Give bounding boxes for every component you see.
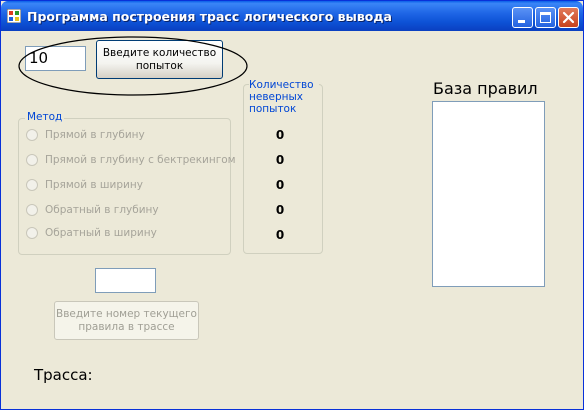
form-body: 10 Введите количество попыток Метод Прям…	[4, 31, 580, 408]
radio-button[interactable]	[26, 129, 38, 141]
wrong-attempts-count: 0	[275, 228, 285, 242]
maximize-button[interactable]	[535, 7, 556, 28]
close-button[interactable]	[558, 7, 579, 28]
enter-rule-number-button[interactable]: Введите номер текущего правила в трассе	[54, 301, 199, 340]
method-option[interactable]: Обратный в глубину	[26, 202, 159, 218]
enter-rule-number-label: Введите номер текущего правила в трассе	[56, 307, 197, 333]
method-option[interactable]: Прямой в глубину с бектрекингом	[26, 152, 236, 168]
rule-number-input[interactable]	[95, 268, 156, 293]
wrong-attempts-title: Количество неверных попыток	[249, 79, 319, 115]
main-window: Программа построения трасс логического в…	[0, 0, 584, 410]
window-title: Программа построения трасс логического в…	[27, 9, 392, 24]
wrong-attempts-count: 0	[275, 128, 285, 142]
wrong-attempts-count: 0	[275, 178, 285, 192]
method-group-title: Метод	[25, 111, 65, 123]
annotation-ellipse	[18, 36, 248, 96]
close-icon	[562, 11, 575, 24]
wrong-attempts-count: 0	[275, 153, 285, 167]
maximize-icon	[540, 12, 551, 23]
method-option[interactable]: Обратный в ширину	[26, 225, 157, 241]
radio-button[interactable]	[26, 179, 38, 191]
minimize-icon	[518, 20, 525, 23]
minimize-button[interactable]	[512, 7, 533, 28]
radio-button[interactable]	[26, 204, 38, 216]
method-option[interactable]: Прямой в ширину	[26, 177, 143, 193]
trace-label: Трасса:	[34, 366, 93, 384]
method-option-label: Прямой в глубину с бектрекингом	[45, 154, 236, 166]
rules-base-title: База правил	[433, 79, 538, 98]
method-option-label: Обратный в ширину	[45, 227, 157, 239]
method-option-label: Прямой в глубину	[45, 129, 145, 141]
method-option[interactable]: Прямой в глубину	[26, 127, 145, 143]
method-option-label: Обратный в глубину	[45, 204, 159, 216]
rules-base-list[interactable]	[432, 101, 545, 287]
radio-button[interactable]	[26, 154, 38, 166]
method-option-label: Прямой в ширину	[45, 179, 143, 191]
wrong-attempts-count: 0	[275, 203, 285, 217]
radio-button[interactable]	[26, 227, 38, 239]
title-bar[interactable]: Программа построения трасс логического в…	[1, 1, 583, 31]
app-icon	[7, 9, 21, 23]
